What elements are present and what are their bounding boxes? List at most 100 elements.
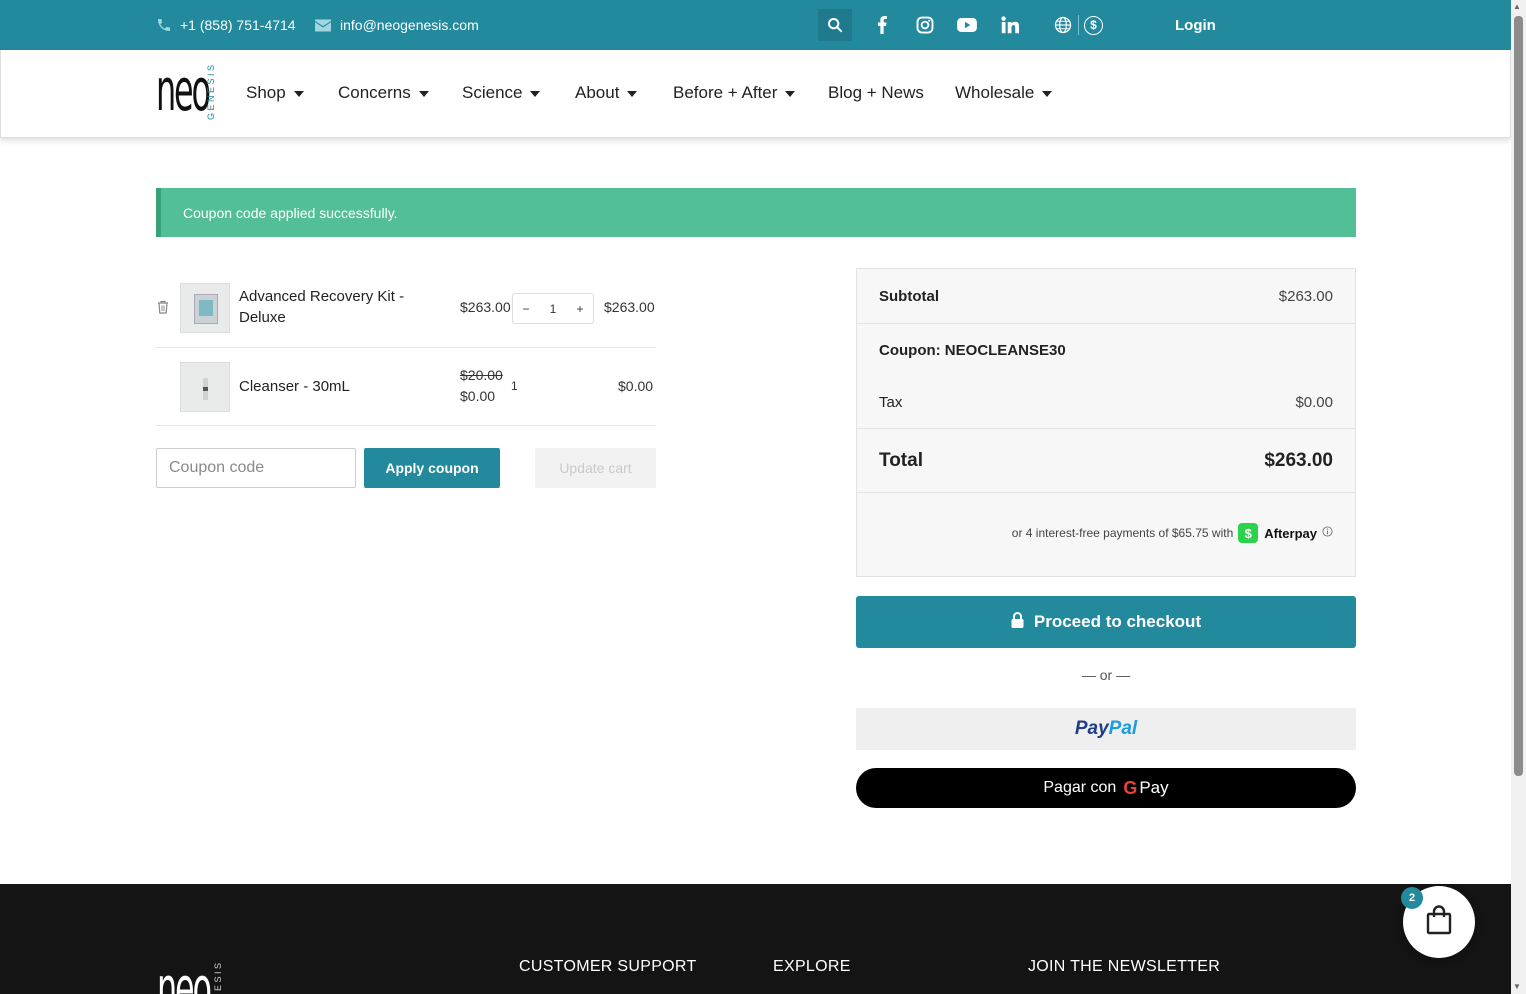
- footer-heading-customer-support: CUSTOMER SUPPORT: [519, 958, 697, 975]
- divider: [857, 492, 1355, 493]
- product-name-line1: Advanced Recovery Kit -: [239, 288, 405, 305]
- logo-wordmark: neo: [156, 56, 211, 124]
- checkout-label: Proceed to checkout: [1033, 612, 1202, 631]
- kit-image-detail: [199, 300, 213, 316]
- coupon-code-input[interactable]: [156, 448, 356, 488]
- subtotal-label: Subtotal: [879, 287, 939, 305]
- qty-decrease-button[interactable]: −: [513, 302, 539, 316]
- nav-blog-news[interactable]: Blog + News: [828, 50, 924, 136]
- afterpay-message: or 4 interest-free payments of $65.75 wi…: [1012, 523, 1333, 543]
- nav-science[interactable]: Science: [462, 50, 541, 136]
- subtotal-value: $263.00: [1278, 287, 1333, 305]
- language-selector[interactable]: [1054, 0, 1072, 50]
- nav-wholesale[interactable]: Wholesale: [955, 50, 1053, 136]
- qty-increase-button[interactable]: +: [567, 302, 593, 316]
- gpay-text: Pagar con: [1043, 779, 1117, 796]
- facebook-link[interactable]: [876, 0, 888, 50]
- google-g-icon: G: [1123, 777, 1138, 798]
- nav-before-after[interactable]: Before + After: [673, 50, 796, 136]
- trash-icon: [157, 300, 169, 318]
- nav-shop[interactable]: Shop: [246, 50, 304, 136]
- item-subtotal: $263.00: [604, 299, 655, 315]
- scroll-down-icon[interactable]: ▼: [1513, 982, 1521, 991]
- afterpay-brand: Afterpay: [1264, 525, 1317, 541]
- info-icon[interactable]: [1322, 526, 1333, 540]
- footer-logo-wordmark: neo: [157, 954, 212, 994]
- nav-before-after-label: Before + After: [673, 83, 778, 102]
- caret-down-icon: [293, 91, 304, 97]
- facebook-icon: [876, 16, 888, 34]
- cart-totals: Subtotal $263.00 Coupon: NEOCLEANSE30 Ta…: [856, 268, 1356, 577]
- nav-shop-label: Shop: [246, 83, 286, 102]
- paypal-pal: Pal: [1108, 718, 1138, 739]
- item-price: $263.00: [460, 299, 511, 315]
- item-quantity: 1: [511, 379, 518, 393]
- instagram-link[interactable]: [916, 0, 934, 50]
- cart-count-badge: 2: [1401, 887, 1423, 909]
- item-subtotal: $0.00: [618, 378, 654, 394]
- youtube-link[interactable]: [957, 0, 977, 50]
- login-link[interactable]: Login: [1175, 0, 1216, 50]
- gpay-pay: Pay: [1139, 778, 1169, 797]
- product-thumbnail[interactable]: [180, 283, 230, 333]
- product-name-line2: Deluxe: [239, 309, 286, 326]
- shopping-bag-icon: [1426, 904, 1452, 940]
- apply-coupon-button[interactable]: Apply coupon: [364, 448, 500, 488]
- search-icon: [827, 17, 843, 33]
- nav-about[interactable]: About: [575, 50, 638, 136]
- google-pay-button[interactable]: Pagar con G Pay: [856, 768, 1356, 808]
- scroll-up-icon[interactable]: ▲: [1513, 2, 1521, 11]
- item-old-price: $20.00: [460, 367, 503, 383]
- email-address: info@neogenesis.com: [340, 17, 479, 33]
- coupon-row: Coupon: NEOCLEANSE30: [857, 324, 1355, 376]
- footer-logo-subtitle: GENESIS: [213, 960, 223, 994]
- tax-label: Tax: [879, 393, 903, 411]
- currency-icon: $: [1084, 15, 1103, 35]
- instagram-icon: [916, 16, 934, 34]
- logo-subtitle: GENESIS: [206, 62, 216, 120]
- proceed-to-checkout-button[interactable]: Proceed to checkout: [856, 596, 1356, 648]
- nav-blog-news-label: Blog + News: [828, 83, 924, 102]
- tax-row: Tax $0.00: [857, 376, 1355, 428]
- caret-down-icon: [627, 91, 638, 97]
- total-label: Total: [879, 449, 923, 471]
- paypal-pay: Pay: [1074, 718, 1109, 739]
- notice-text: Coupon code applied successfully.: [183, 204, 398, 221]
- total-value: $263.00: [1264, 449, 1333, 471]
- quantity-stepper: − 1 +: [512, 293, 594, 324]
- nav-concerns[interactable]: Concerns: [338, 50, 429, 136]
- update-cart-button[interactable]: Update cart: [535, 448, 656, 488]
- globe-icon: [1054, 16, 1072, 34]
- lock-icon: [1011, 611, 1024, 633]
- success-notice: Coupon code applied successfully.: [156, 188, 1356, 237]
- qty-input[interactable]: 1: [540, 302, 566, 316]
- paypal-button[interactable]: Pay Pal: [856, 708, 1356, 750]
- subtotal-row: Subtotal $263.00: [857, 269, 1355, 323]
- search-button[interactable]: [818, 9, 852, 41]
- product-name-link[interactable]: Advanced Recovery Kit - Deluxe: [239, 286, 419, 328]
- total-row: Total $263.00: [857, 429, 1355, 492]
- product-thumbnail[interactable]: [180, 362, 230, 412]
- or-separator: — or —: [1081, 667, 1131, 683]
- nav-wholesale-label: Wholesale: [955, 83, 1035, 102]
- footer-heading-newsletter: JOIN THE NEWSLETTER: [1028, 958, 1221, 975]
- bottle-label: [203, 387, 208, 391]
- tax-value: $0.00: [1295, 393, 1333, 411]
- phone-link[interactable]: +1 (858) 751-4714: [156, 0, 296, 50]
- product-name-link[interactable]: Cleanser - 30mL: [239, 376, 350, 397]
- scrollbar-thumb[interactable]: [1514, 16, 1523, 776]
- afterpay-logo-icon: $: [1238, 523, 1259, 543]
- divider: [1078, 15, 1079, 35]
- caret-down-icon: [1042, 91, 1053, 97]
- phone-number: +1 (858) 751-4714: [180, 17, 296, 33]
- site-logo[interactable]: neo GENESIS: [156, 56, 220, 126]
- email-link[interactable]: info@neogenesis.com: [315, 0, 479, 50]
- linkedin-link[interactable]: [1001, 0, 1019, 50]
- footer-logo[interactable]: neo GENESIS: [157, 950, 227, 994]
- youtube-icon: [957, 18, 977, 32]
- linkedin-icon: [1001, 16, 1019, 34]
- currency-selector[interactable]: $: [1084, 0, 1103, 50]
- nav-about-label: About: [575, 83, 620, 102]
- top-bar: +1 (858) 751-4714 info@neogenesis.com $ …: [0, 0, 1511, 50]
- remove-item-button[interactable]: [157, 300, 169, 319]
